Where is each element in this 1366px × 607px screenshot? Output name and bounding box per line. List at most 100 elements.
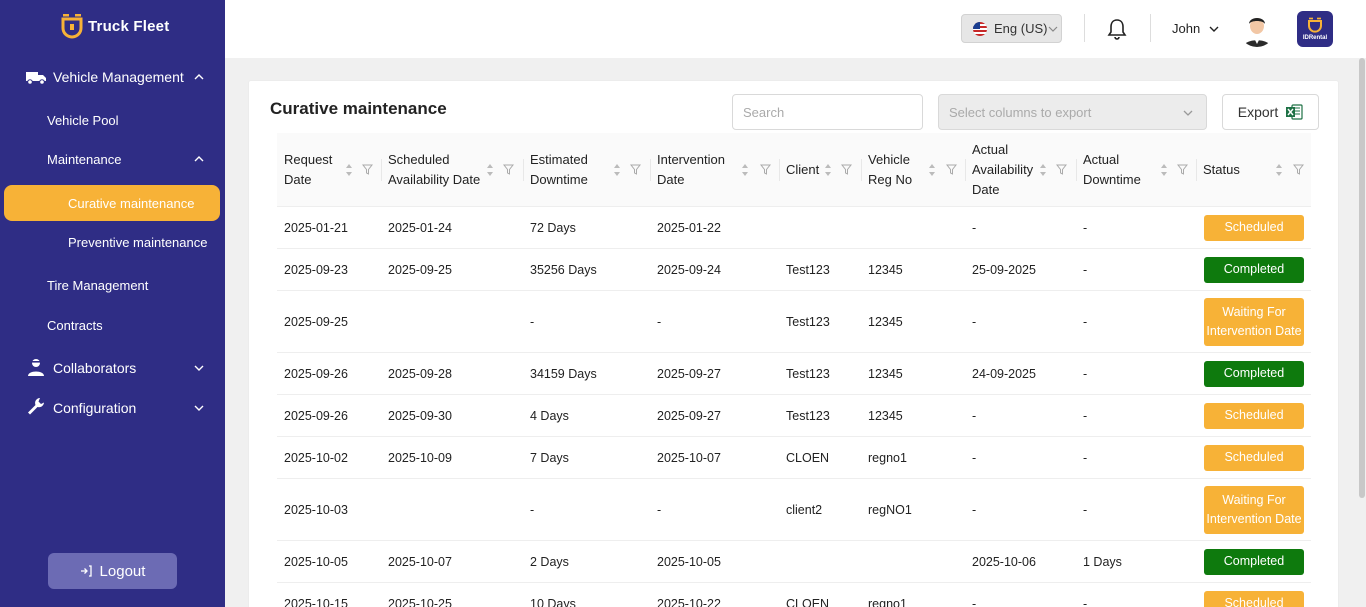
nav-maintenance[interactable]: Maintenance [0, 141, 225, 177]
table-row[interactable]: 2025-10-02 2025-10-09 7 Days 2025-10-07 CLOE… [277, 437, 1311, 479]
nav-vehicle-pool[interactable]: Vehicle Pool [47, 113, 119, 128]
brand-logo[interactable]: IDRental [1297, 11, 1333, 47]
column-header[interactable]: Request Date [277, 133, 381, 207]
nav-preventive-maintenance[interactable]: Preventive maintenance [68, 235, 207, 250]
filter-icon[interactable] [760, 164, 771, 175]
sort-icon[interactable] [824, 163, 832, 177]
sort-icon[interactable] [1160, 163, 1168, 177]
filter-icon[interactable] [503, 164, 514, 175]
table-cell: - [1083, 408, 1088, 423]
table-cell: - [972, 450, 977, 465]
filter-icon[interactable] [946, 164, 957, 175]
page-title: Curative maintenance [270, 99, 447, 118]
table-cell: - [972, 220, 977, 235]
table-cell: 10 Days [530, 596, 576, 607]
column-header-line: Date [284, 172, 312, 187]
table-row[interactable]: 2025-10-05 2025-10-07 2 Days 2025-10-05 2025… [277, 541, 1311, 583]
column-divider [1196, 159, 1197, 181]
column-header[interactable]: Intervention Date [650, 133, 779, 207]
status-badge: Completed [1204, 360, 1304, 387]
truck-fleet-logo-icon [61, 14, 83, 39]
table-cell: 12345 [868, 314, 903, 329]
table-cell: Test123 [786, 314, 830, 329]
column-header[interactable]: Client [779, 133, 861, 207]
table-row[interactable]: 2025-10-15 2025-10-25 10 Days 2025-10-22 CLO… [277, 583, 1311, 607]
table-cell: 2025-09-27 [657, 408, 721, 423]
table-row[interactable]: 2025-10-03 - - client2 regNO1 - - Waiting For I… [277, 479, 1311, 541]
sort-icon[interactable] [1039, 163, 1047, 177]
table-cell: - [1083, 262, 1088, 277]
table-row[interactable]: 2025-01-21 2025-01-24 72 Days 2025-01-22 - - S… [277, 207, 1311, 249]
user-menu[interactable]: John [1172, 21, 1220, 36]
filter-icon[interactable] [630, 164, 641, 175]
nav-collaborators[interactable]: Collaborators [0, 350, 225, 386]
table-cell: Test123 [786, 262, 830, 277]
column-header[interactable]: Actual Availability Date [965, 133, 1076, 207]
column-header-label: Actual Availability Date [972, 140, 1033, 200]
language-selector[interactable]: Eng (US) [961, 14, 1062, 43]
table-cell: 24-09-2025 [972, 366, 1036, 381]
column-header-line: Availability Date [388, 172, 481, 187]
table-cell: 2025-01-21 [284, 220, 348, 235]
export-columns-select[interactable]: Select columns to export [938, 94, 1207, 130]
filter-icon[interactable] [362, 164, 373, 175]
table-cell: 2025-10-02 [284, 450, 348, 465]
table-cell: 2025-09-26 [284, 366, 348, 381]
table-cell: - [657, 314, 662, 329]
search-input[interactable] [732, 94, 923, 130]
column-header[interactable]: Estimated Downtime [523, 133, 650, 207]
page-scrollbar[interactable] [1357, 58, 1366, 607]
idrental-logo-icon [1308, 17, 1322, 33]
column-header[interactable]: Actual Downtime [1076, 133, 1196, 207]
brand-label: IDRental [1302, 35, 1328, 41]
column-header-line: Intervention [657, 152, 725, 167]
logout-button[interactable]: Logout [48, 553, 177, 589]
table-cell: Test123 [786, 408, 830, 423]
sort-icon[interactable] [928, 163, 936, 177]
filter-icon[interactable] [1056, 164, 1067, 175]
column-header[interactable]: Vehicle Reg No [861, 133, 965, 207]
nav-vehicle-management-label: Vehicle Management [53, 69, 184, 85]
nav-contracts[interactable]: Contracts [47, 318, 103, 333]
table-cell: - [972, 596, 977, 607]
column-header[interactable]: Status [1196, 133, 1311, 207]
app-logo[interactable]: Truck Fleet [60, 12, 169, 40]
table-cell: - [530, 502, 535, 517]
user-avatar[interactable] [1239, 11, 1275, 47]
table-row[interactable]: 2025-09-26 2025-09-28 34159 Days 2025-09-27… [277, 353, 1311, 395]
column-header-line: Estimated [530, 152, 588, 167]
table-cell: 4 Days [530, 408, 569, 423]
filter-icon[interactable] [1177, 164, 1188, 175]
nav-tire-management[interactable]: Tire Management [47, 278, 148, 293]
filter-icon[interactable] [1293, 164, 1304, 175]
maintenance-card: Curative maintenance Select columns to e… [248, 80, 1339, 607]
table-cell: 2025-10-03 [284, 502, 348, 517]
nav-vehicle-management[interactable]: Vehicle Management [0, 59, 225, 95]
table-row[interactable]: 2025-09-25 - - Test123 12345 - - Waiting For In… [277, 291, 1311, 353]
notification-bell-icon[interactable] [1107, 18, 1127, 40]
export-label: Export [1237, 104, 1279, 120]
nav-curative-maintenance[interactable]: Curative maintenance [4, 185, 220, 221]
scrollbar-thumb[interactable] [1359, 58, 1365, 498]
export-button[interactable]: Export [1222, 94, 1319, 130]
column-header-label: Actual Downtime [1083, 150, 1141, 190]
chevron-down-icon [194, 405, 204, 411]
sort-icon[interactable] [345, 163, 353, 177]
wrench-icon [28, 398, 44, 415]
sort-icon[interactable] [741, 163, 749, 177]
filter-icon[interactable] [841, 164, 852, 175]
sort-icon[interactable] [1275, 163, 1283, 177]
column-header-line: Availability [972, 162, 1034, 177]
column-header-line: Status [1203, 162, 1240, 177]
column-divider [861, 159, 862, 181]
column-header[interactable]: Scheduled Availability Date [381, 133, 523, 207]
sort-icon[interactable] [486, 163, 494, 177]
table-row[interactable]: 2025-09-23 2025-09-25 35256 Days 2025-09-24… [277, 249, 1311, 291]
sort-icon[interactable] [613, 163, 621, 177]
us-flag-icon [973, 21, 987, 36]
table-cell: Test123 [786, 366, 830, 381]
nav-configuration[interactable]: Configuration [0, 390, 225, 426]
column-divider [779, 159, 780, 181]
table-row[interactable]: 2025-09-26 2025-09-30 4 Days 2025-09-27 Test… [277, 395, 1311, 437]
chevron-down-icon [1049, 26, 1058, 32]
